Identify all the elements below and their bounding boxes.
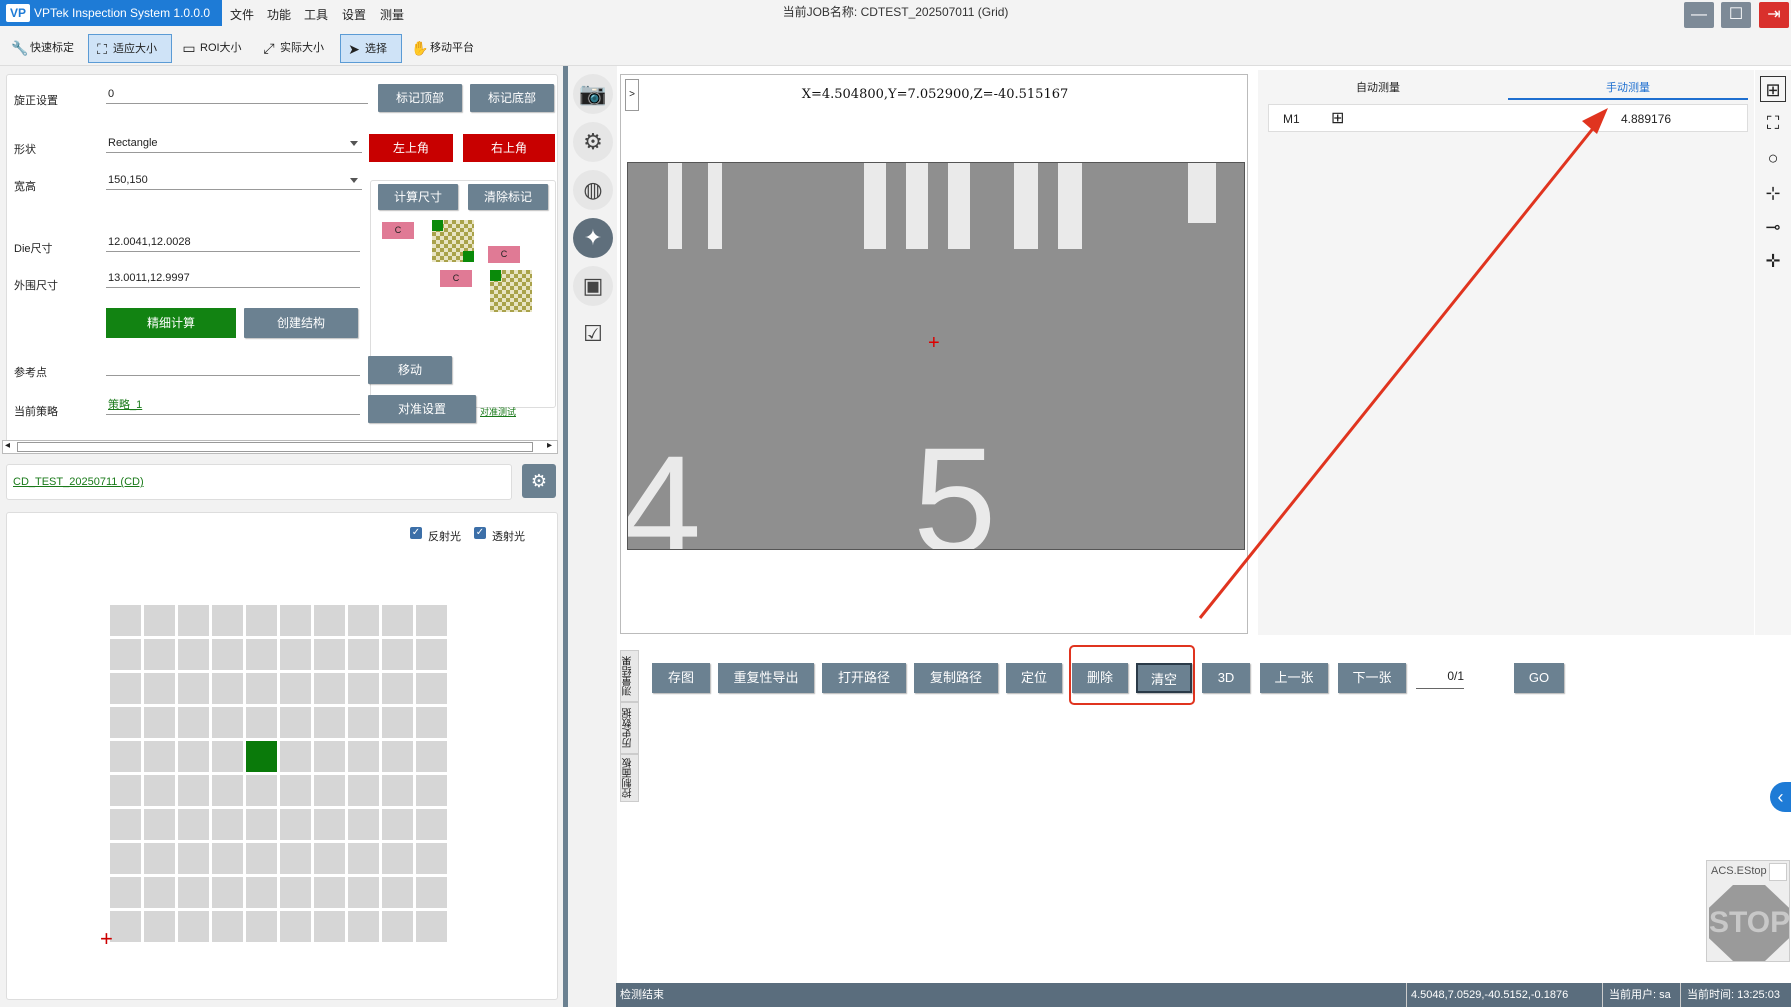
next-button[interactable]: 下一张 [1338,663,1406,693]
clear-button[interactable]: 清空 [1136,663,1192,693]
save-image-button[interactable]: 存图 [652,663,710,693]
locate-button[interactable]: 定位 [1006,663,1062,693]
go-button[interactable]: GO [1514,663,1564,693]
status-coordinates: 4.5048,7.0529,-40.5152,-0.1876 [1406,983,1568,1007]
annotation-arrow-line [1198,115,1605,619]
tab-control-panel[interactable]: 控制面板 [620,754,639,802]
status-time: 当前时间: 13:25:03 [1680,983,1780,1007]
tab-measure-results[interactable]: 测量结果 [620,650,639,702]
status-user: 当前用户: sa [1602,983,1671,1007]
estop-indicator [1769,863,1787,881]
tab-history-data[interactable]: 历史数据 [620,702,639,754]
annotation-arrow-head [1582,108,1608,134]
delete-button[interactable]: 删除 [1072,663,1128,693]
estop-widget: ACS.EStop STOP [1706,860,1790,962]
repeat-export-button[interactable]: 重复性导出 [718,663,814,693]
open-path-button[interactable]: 打开路径 [822,663,906,693]
copy-path-button[interactable]: 复制路径 [914,663,998,693]
estop-button[interactable]: STOP [1709,885,1789,961]
page-indicator: 0/1 [1416,669,1464,689]
3d-button[interactable]: 3D [1202,663,1250,693]
annotation-overlay [1069,108,1608,705]
previous-button[interactable]: 上一张 [1260,663,1328,693]
status-message: 检测结束 [620,989,664,1001]
status-bar: 检测结束 4.5048,7.0529,-40.5152,-0.1876 当前用户… [616,983,1791,1007]
estop-label: ACS.EStop [1711,865,1767,877]
